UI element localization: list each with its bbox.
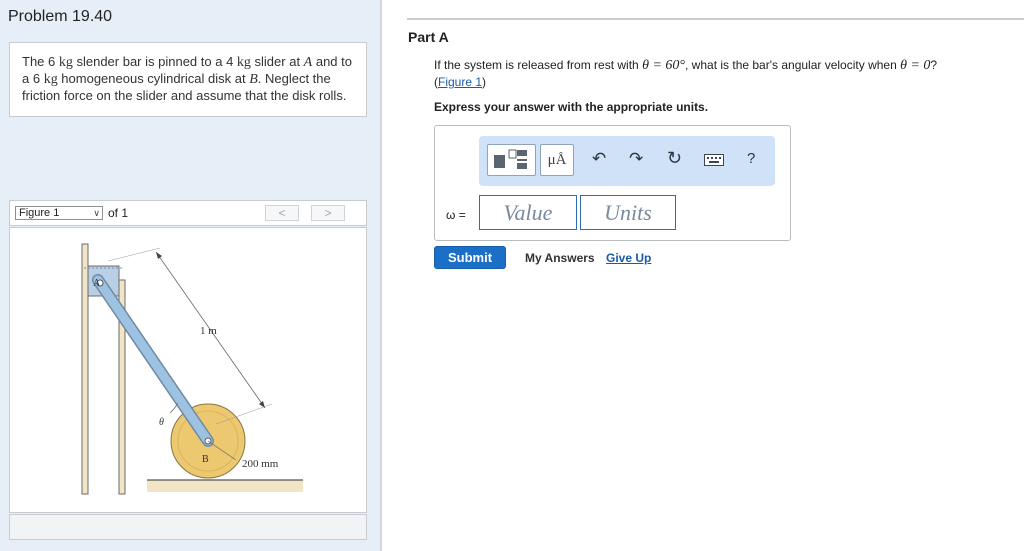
problem-panel: Problem 19.40 The 6 kg slender bar is pi… (0, 0, 380, 551)
previous-figure-button[interactable]: < (265, 205, 299, 221)
redo-icon[interactable]: ↷ (629, 149, 643, 169)
math-theta-60: θ = 60° (642, 58, 686, 73)
question-text: If the system is released from rest with… (434, 58, 938, 89)
label-length: 1 m (200, 325, 217, 337)
label-b: B (202, 454, 209, 465)
value-input[interactable]: Value (479, 195, 577, 230)
math-toolbar: μÅ ↶ ↷ ↻ ? (479, 136, 775, 186)
math-theta-0: θ = 0 (900, 58, 931, 73)
panel-divider (380, 0, 382, 551)
label-radius: 200 mm (242, 458, 279, 470)
next-figure-button[interactable]: > (311, 205, 345, 221)
templates-icon (494, 149, 527, 169)
chevron-left-icon: < (278, 206, 286, 220)
figure-select[interactable]: Figure 1 ∨ (15, 206, 103, 220)
figure-area: A B 1 m θ 200 mm (9, 227, 367, 513)
statement-math: kg (236, 55, 251, 70)
statement-math: A (303, 55, 313, 70)
part-separator (407, 18, 1024, 20)
part-title: Part A (408, 29, 449, 45)
my-answers-link[interactable]: My Answers (525, 251, 595, 265)
label-theta: θ (159, 417, 164, 428)
ground (147, 480, 303, 492)
mechanism-diagram: A B 1 m θ 200 mm (81, 243, 303, 495)
statement-math: kg (58, 55, 73, 70)
answer-instructions: Express your answer with the appropriate… (434, 100, 709, 114)
help-icon[interactable]: ? (747, 150, 755, 167)
figure-link[interactable]: Figure 1 (438, 75, 482, 89)
answer-box: μÅ ↶ ↷ ↻ ? ω = Value Units (434, 125, 791, 241)
problem-statement: The 6 kg slender bar is pinned to a 4 kg… (9, 42, 367, 117)
reset-icon[interactable]: ↻ (667, 148, 682, 169)
statement-text: The 6 (22, 54, 59, 69)
chevron-down-icon: ∨ (93, 208, 100, 218)
statement-math: kg (43, 72, 58, 87)
omega-label: ω = (446, 208, 466, 222)
undo-icon[interactable]: ↶ (592, 149, 606, 169)
figure-navigation-bar: Figure 1 ∨ of 1 < > (9, 200, 367, 226)
give-up-link[interactable]: Give Up (606, 251, 651, 265)
statement-text: slender bar is pinned to a 4 (72, 54, 237, 69)
slider-guide-left (81, 243, 89, 495)
statement-text: homogeneous cylindrical disk at (57, 71, 250, 86)
problem-title: Problem 19.40 (8, 8, 113, 25)
figure-count-label: of 1 (108, 206, 129, 220)
statement-text: slider at (250, 54, 304, 69)
figure-footer (9, 514, 367, 540)
label-a: A (93, 278, 101, 289)
submit-button[interactable]: Submit (434, 246, 506, 269)
statement-math: B (249, 72, 258, 87)
chevron-right-icon: > (324, 206, 332, 220)
units-input[interactable]: Units (580, 195, 676, 230)
figure-select-value: Figure 1 (19, 207, 60, 219)
units-button[interactable]: μÅ (540, 144, 574, 176)
keyboard-icon[interactable] (704, 154, 724, 166)
templates-button[interactable] (487, 144, 536, 176)
